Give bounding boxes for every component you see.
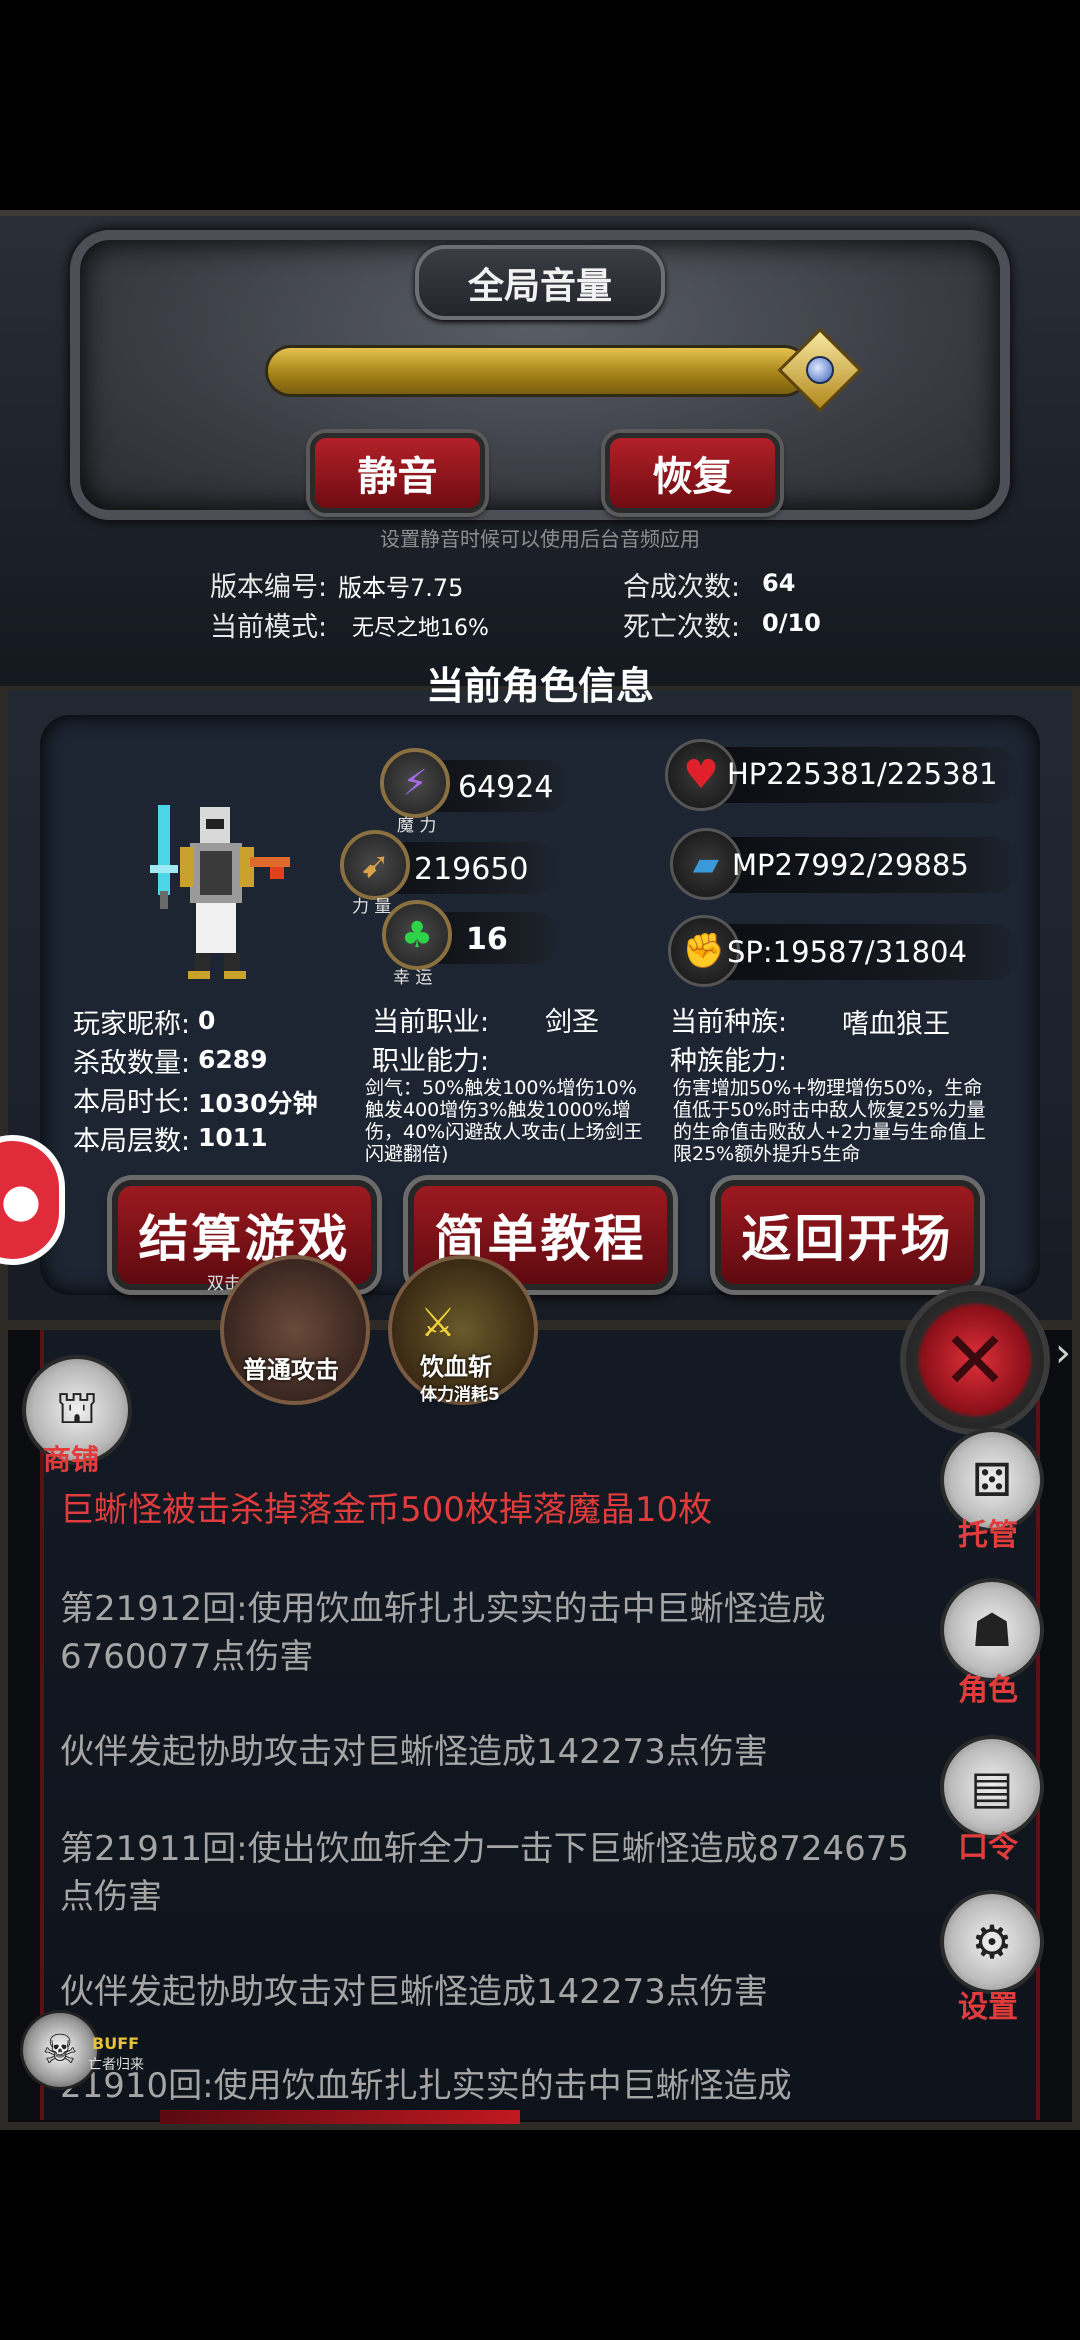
duration-value: 1030分钟 [198, 1089, 318, 1118]
close-icon: ✕ [941, 1313, 1009, 1407]
class-ability-text: 剑气：50%触发100%增伤10%触发400增伤3%触发1000%增伤，40%闪… [365, 1077, 643, 1165]
bow-icon: ➹ [340, 830, 410, 900]
volume-slider-fill [268, 348, 807, 394]
race-label: 当前种族: [670, 1007, 788, 1038]
user-icon: ● [0, 1173, 41, 1227]
log-line: 伙伴发起协助攻击对巨蜥怪造成142273点伤害 [60, 1972, 768, 2012]
volume-title: 全局音量 [467, 265, 612, 307]
blood-slash-label: 饮血斩 [420, 1353, 492, 1381]
restore-button[interactable]: 恢复 [605, 433, 780, 513]
settings-label: 设置 [958, 1990, 1018, 2025]
buff-label: BUFF [92, 2034, 140, 2053]
luck-caption: 幸 运 [393, 968, 433, 988]
version-label: 版本编号: [210, 572, 328, 603]
sp-value: SP:19587/31804 [727, 935, 967, 969]
kills-label: 杀敌数量: [73, 1048, 191, 1079]
close-button[interactable]: ✕ [900, 1285, 1050, 1435]
dice-icon: ⚄ [972, 1453, 1012, 1507]
kills-value: 6289 [198, 1045, 268, 1074]
luck-value: 16 [466, 922, 508, 957]
class-ability-label: 职业能力: [372, 1046, 490, 1077]
volume-slider[interactable] [265, 345, 810, 397]
shop-icon: ⛫ [55, 1380, 99, 1434]
role-label: 角色 [958, 1673, 1018, 1708]
shop-label: 商铺 [43, 1443, 100, 1476]
swordsman-sprite [150, 805, 290, 979]
version-value: 版本号7.75 [338, 574, 464, 602]
code-label: 口令 [958, 1830, 1018, 1865]
mode-value: 无尽之地16% [352, 616, 489, 641]
skull-icon[interactable]: ☠ [20, 2010, 100, 2090]
race-ability-text: 伤害增加50%+物理增伤50%，生命值低于50%时击中敌人恢复25%力量的生命值… [673, 1077, 987, 1165]
hp-value: HP225381/225381 [727, 757, 998, 791]
mute-button[interactable]: 静音 [310, 433, 485, 513]
floor-value: 1011 [198, 1123, 268, 1152]
mute-hint: 设置静音时候可以使用后台音频应用 [380, 527, 700, 551]
return-start-button[interactable]: 返回开场 [715, 1180, 980, 1290]
synth-label: 合成次数: [623, 572, 741, 603]
magic-value: 64924 [458, 770, 554, 805]
log-line: 伙伴发起协助攻击对巨蜥怪造成142273点伤害 [60, 1732, 768, 1772]
floor-label: 本局层数: [73, 1126, 191, 1157]
gem-icon [806, 356, 834, 384]
race-ability-label: 种族能力: [670, 1046, 788, 1077]
hooded-figure-icon: ☗ [971, 1603, 1013, 1657]
class-label: 当前职业: [372, 1007, 490, 1038]
gear-icon: ⚙ [971, 1915, 1013, 1969]
normal-attack-label: 普通攻击 [243, 1356, 339, 1384]
log-line: 巨蜥怪被击杀掉落金币500枚掉落魔晶10枚 [60, 1490, 713, 1530]
book-icon: ▤ [970, 1760, 1014, 1814]
blood-slash-cost: 体力消耗5 [420, 1385, 500, 1405]
chevron-right-icon[interactable]: › [1055, 1330, 1071, 1376]
strength-value: 219650 [414, 852, 529, 887]
clover-icon: ♣ [382, 900, 452, 970]
nickname-value: 0 [198, 1006, 216, 1035]
turn-progress-bar [160, 2110, 520, 2124]
mode-label: 当前模式: [210, 612, 328, 643]
death-value: 0/10 [762, 609, 821, 637]
strength-caption: 力 量 [352, 897, 392, 917]
lightning-icon: ⚡ [380, 748, 450, 818]
sword-icon: ⚔ [420, 1300, 456, 1346]
synth-value: 64 [762, 569, 796, 597]
nickname-label: 玩家昵称: [73, 1009, 191, 1040]
log-line: 21910回:使用饮血斩扎扎实实的击中巨蜥怪造成 [60, 2066, 792, 2102]
death-label: 死亡次数: [623, 612, 741, 643]
volume-title-plate: 全局音量 [415, 245, 665, 320]
settings-button[interactable]: ⚙ [940, 1890, 1044, 1994]
duration-label: 本局时长: [73, 1087, 191, 1118]
class-value: 剑圣 [545, 1007, 599, 1038]
log-line: 第21912回:使用饮血斩扎扎实实的击中巨蜥怪造成6760077点伤害 [60, 1589, 826, 1677]
auto-label: 托管 [958, 1518, 1018, 1553]
buff-name: 亡者归来 [88, 2057, 144, 2073]
character-header: 当前角色信息 [425, 664, 654, 708]
race-value: 嗜血狼王 [842, 1009, 950, 1040]
mp-value: MP27992/29885 [732, 848, 969, 882]
log-line: 第21911回:使出饮血斩全力一击下巨蜥怪造成8724675点伤害 [60, 1829, 910, 1917]
magic-caption: 魔 力 [397, 816, 437, 836]
